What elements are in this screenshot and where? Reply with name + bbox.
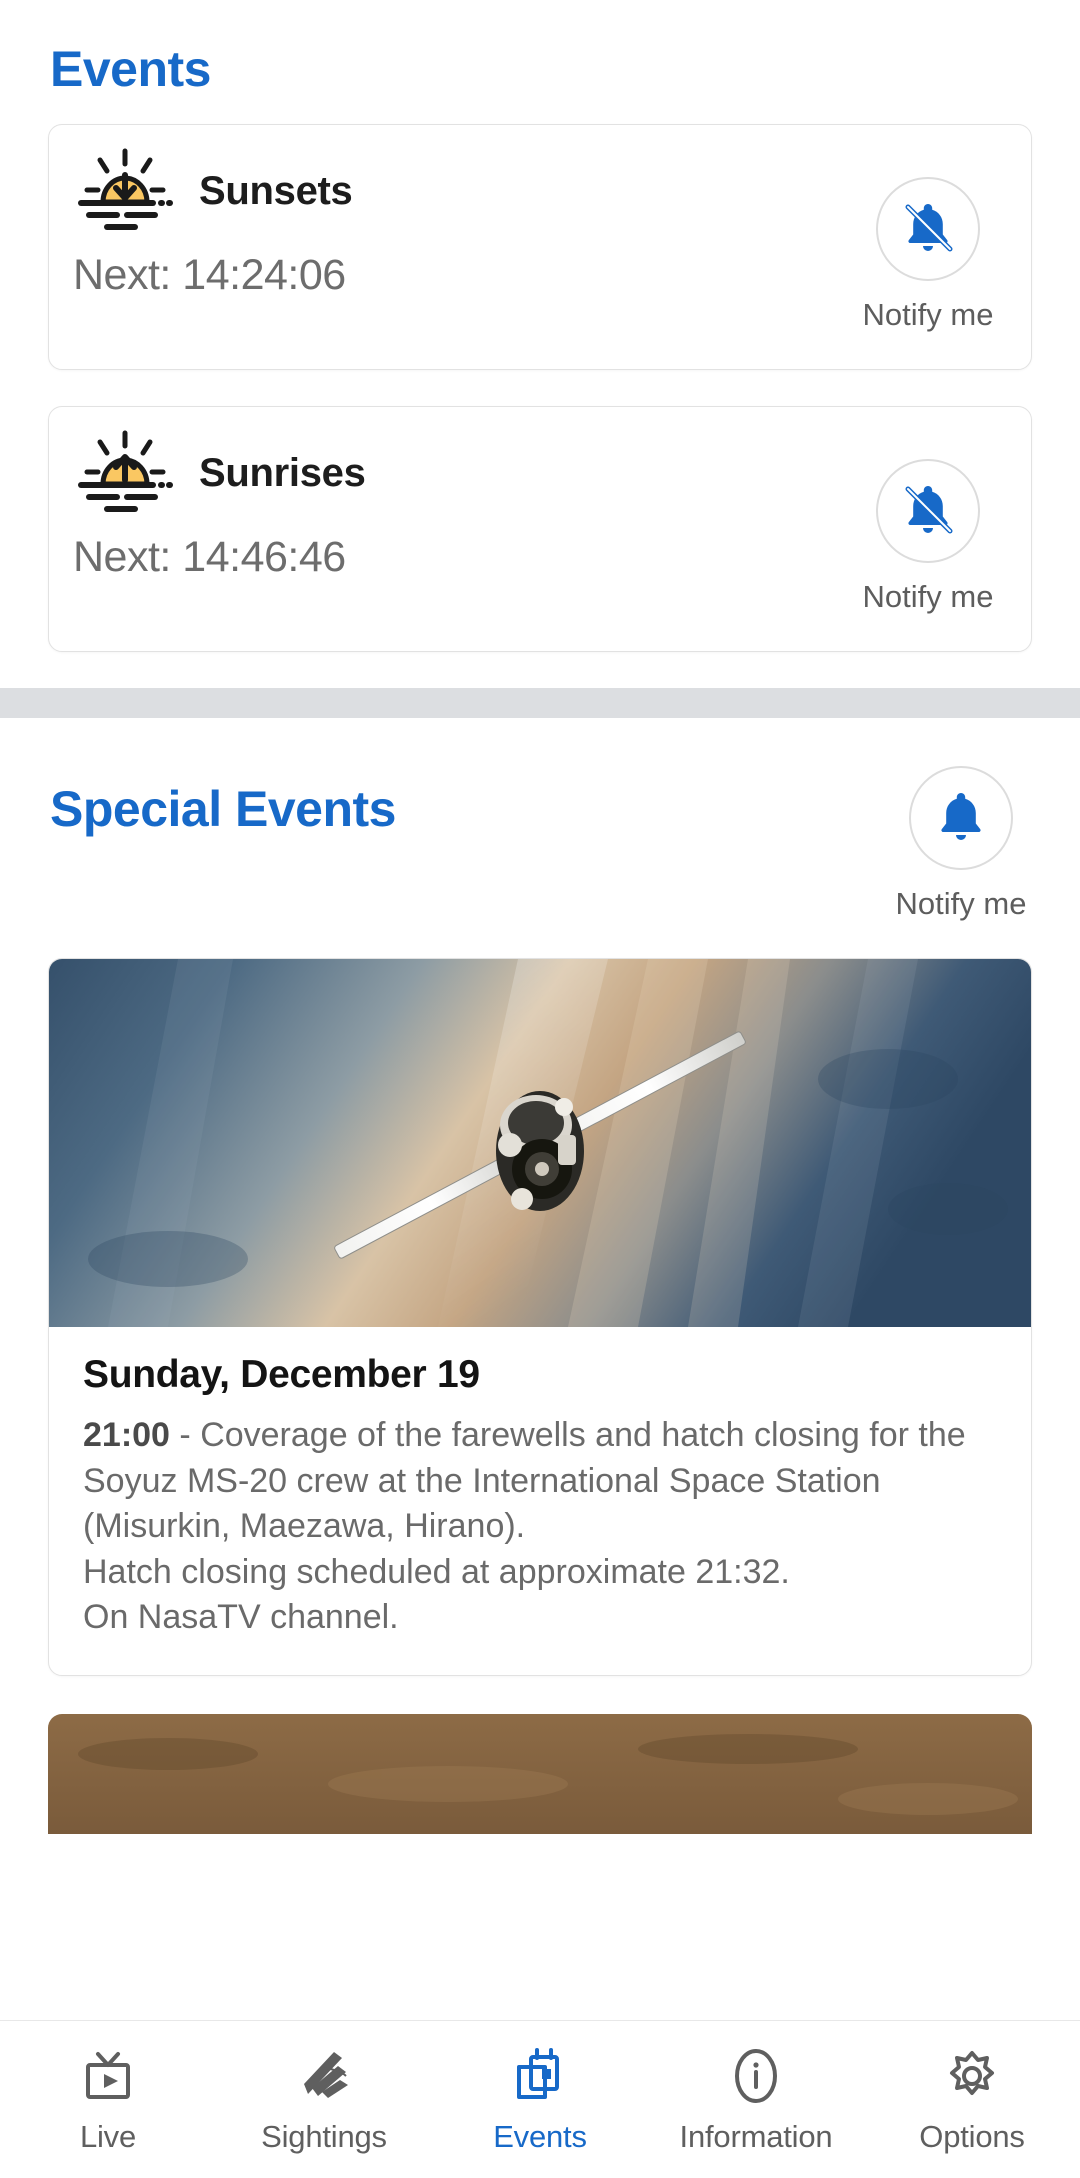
notify-ring[interactable] — [876, 459, 980, 563]
event-name: Sunsets — [199, 168, 353, 213]
bell-off-icon — [905, 486, 953, 534]
nav-item-events[interactable]: Events — [432, 2021, 648, 2178]
notify-button-sunsets[interactable]: Notify me — [853, 177, 1003, 333]
sunrise-icon — [78, 430, 173, 512]
nav-label: Events — [493, 2118, 587, 2154]
bottom-navigation-bar: Live Sightings Events Information Option… — [0, 2020, 1080, 2178]
section-divider — [0, 688, 1080, 718]
soyuz-spacecraft-over-earth-photo — [49, 959, 1031, 1327]
calendar-icon — [511, 2045, 569, 2107]
special-event-description: 21:00 - Coverage of the farewells and ha… — [83, 1413, 997, 1641]
page-title: Events — [50, 41, 211, 97]
special-event-card[interactable]: Sunday, December 19 21:00 - Coverage of … — [48, 958, 1032, 1676]
sun-events-list: Sunsets Next: 14:24:06 Notify me Sunrise… — [0, 98, 1080, 652]
sunset-icon — [78, 148, 173, 230]
tv-icon — [80, 2045, 136, 2107]
gear-icon — [943, 2045, 1001, 2107]
bell-off-icon — [905, 204, 953, 252]
event-name: Sunrises — [199, 450, 366, 495]
special-event-separator: - — [169, 1416, 201, 1454]
special-event-text: Coverage of the farewells and hatch clos… — [83, 1416, 966, 1637]
terrain-photo-partial — [48, 1713, 1032, 1834]
special-event-date: Sunday, December 19 — [83, 1353, 480, 1396]
notify-label: Notify me — [895, 886, 1027, 921]
notify-label: Notify me — [862, 297, 994, 332]
special-event-image — [49, 959, 1031, 1327]
nav-label: Sightings — [261, 2118, 387, 2154]
scrollable-content[interactable]: Events Sunsets Next: 14:24:06 Notify me … — [0, 0, 1080, 2020]
nav-item-information[interactable]: Information — [648, 2021, 864, 2178]
special-event-body: Sunday, December 19 21:00 - Coverage of … — [49, 1327, 1031, 1675]
app-screen: Events Sunsets Next: 14:24:06 Notify me … — [0, 0, 1080, 2178]
notify-label: Notify me — [862, 579, 994, 614]
bell-icon — [941, 793, 981, 840]
nav-label: Options — [919, 2118, 1025, 2154]
special-events-header: Special Events Notify me — [0, 718, 1080, 922]
special-events-list: Sunday, December 19 21:00 - Coverage of … — [0, 922, 1080, 1676]
special-event-card-next-peek[interactable] — [48, 1713, 1032, 1834]
event-card-sunsets[interactable]: Sunsets Next: 14:24:06 Notify me — [48, 124, 1032, 370]
notify-button-special-events[interactable]: Notify me — [886, 766, 1036, 922]
info-circle-icon — [728, 2045, 784, 2107]
nav-label: Information — [679, 2118, 833, 2154]
nav-item-options[interactable]: Options — [864, 2021, 1080, 2178]
notify-ring[interactable] — [909, 766, 1013, 870]
nav-label: Live — [79, 2118, 137, 2154]
event-card-sunrises[interactable]: Sunrises Next: 14:46:46 Notify me — [48, 406, 1032, 652]
nav-item-sightings[interactable]: Sightings — [216, 2021, 432, 2178]
special-events-title: Special Events — [50, 781, 396, 837]
nav-item-live[interactable]: Live — [0, 2021, 216, 2178]
wing-icon — [294, 2045, 354, 2107]
notify-ring[interactable] — [876, 177, 980, 281]
special-event-time: 21:00 — [83, 1416, 170, 1454]
notify-button-sunrises[interactable]: Notify me — [853, 459, 1003, 615]
